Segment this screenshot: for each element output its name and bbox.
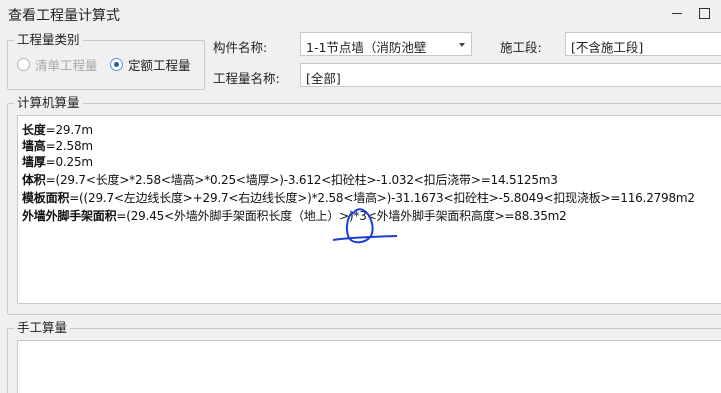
- calc-line-length: 长度=29.7m: [22, 121, 93, 138]
- maximize-icon[interactable]: [697, 6, 711, 20]
- quantity-name-value: [全部]: [306, 71, 341, 86]
- calc-expr: =(29.45<外墙外脚手架面积长度（地上）>)*3<外墙外脚手架面积高度>=8…: [116, 209, 567, 223]
- radio-bill-quantity[interactable]: 清单工程量: [17, 55, 98, 73]
- component-select[interactable]: 1-1节点墙（消防池壁: [300, 32, 472, 56]
- quantity-name-field[interactable]: [全部]: [300, 63, 721, 87]
- calc-name: 墙高: [22, 139, 46, 153]
- radio-label: 定额工程量: [128, 57, 191, 73]
- manual-calc-text[interactable]: [17, 340, 721, 393]
- quantity-type-legend: 工程量类别: [17, 32, 80, 47]
- minimize-icon[interactable]: [670, 6, 684, 20]
- calc-line-wall-height: 墙高=2.58m: [22, 137, 93, 154]
- computer-calc-text[interactable]: 长度=29.7m 墙高=2.58m 墙厚=0.25m 体积=(29.7<长度>*…: [17, 115, 721, 304]
- quantity-name-label: 工程量名称:: [213, 71, 280, 86]
- window-title: 查看工程量计算式: [8, 8, 120, 24]
- stage-label: 施工段:: [500, 40, 542, 55]
- chevron-down-icon[interactable]: [459, 43, 465, 47]
- calc-line-volume: 体积=(29.7<长度>*2.58<墙高>*0.25<墙厚>)-3.612<扣砼…: [22, 171, 558, 188]
- component-value: 1-1节点墙（消防池壁: [306, 40, 427, 55]
- calc-expr: =(29.7<长度>*2.58<墙高>*0.25<墙厚>)-3.612<扣砼柱>…: [45, 173, 558, 187]
- stage-field[interactable]: [不含施工段]: [565, 32, 721, 56]
- calc-line-wall-thickness: 墙厚=0.25m: [22, 153, 93, 170]
- radio-label: 清单工程量: [35, 57, 98, 73]
- calc-name: 外墙外脚手架面积: [22, 209, 117, 223]
- computer-calc-legend: 计算机算量: [17, 95, 80, 110]
- component-label: 构件名称:: [213, 40, 268, 55]
- calc-name: 体积: [22, 173, 46, 187]
- manual-calc-legend: 手工算量: [17, 320, 68, 335]
- calc-expr: =((29.7<左边线长度>+29.7<右边线长度>)*2.58<墙高>)-31…: [69, 191, 695, 205]
- radio-selected-icon: [110, 57, 123, 71]
- radio-circle-icon: [17, 57, 30, 71]
- stage-value: [不含施工段]: [571, 40, 644, 55]
- calc-expr: =2.58m: [45, 139, 93, 153]
- radio-quota-quantity[interactable]: 定额工程量: [110, 55, 191, 73]
- calc-expr: =29.7m: [45, 123, 93, 137]
- calc-name: 模板面积: [22, 191, 70, 205]
- calc-name: 长度: [22, 123, 46, 137]
- title-bar: 查看工程量计算式: [0, 0, 721, 30]
- calc-line-formwork-area: 模板面积=((29.7<左边线长度>+29.7<右边线长度>)*2.58<墙高>…: [22, 189, 695, 206]
- calc-expr: =0.25m: [45, 155, 93, 169]
- calc-name: 墙厚: [22, 155, 46, 169]
- calc-line-scaffold-area: 外墙外脚手架面积=(29.45<外墙外脚手架面积长度（地上）>)*3<外墙外脚手…: [22, 207, 567, 224]
